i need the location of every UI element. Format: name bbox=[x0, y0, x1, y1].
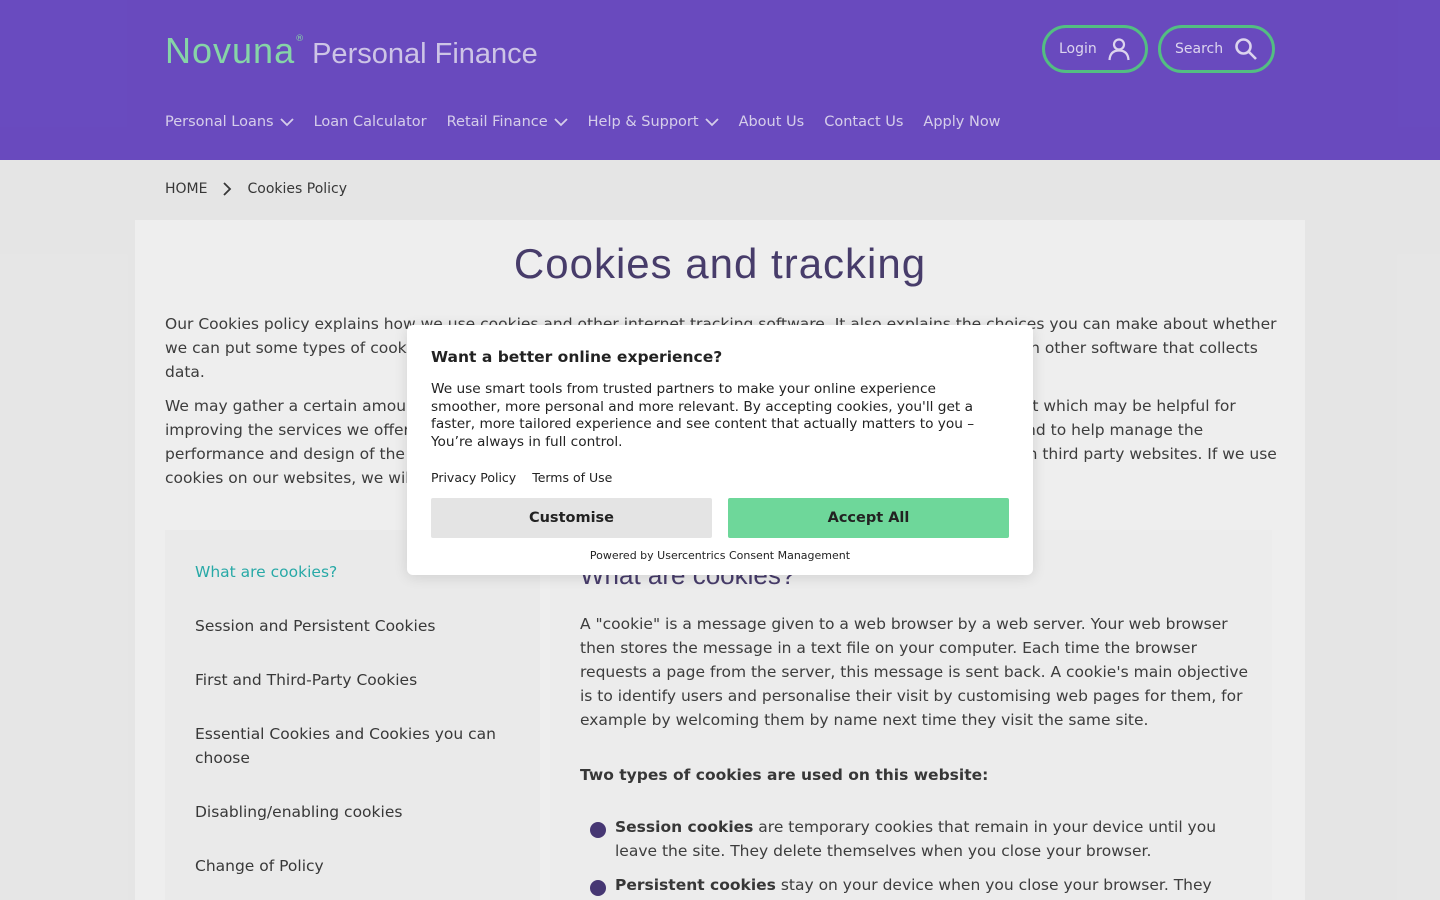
terms-of-use-link[interactable]: Terms of Use bbox=[532, 470, 612, 485]
consent-text: We use smart tools from trusted partners… bbox=[431, 381, 975, 450]
powered-by-text: Powered by Usercentrics Consent Manageme… bbox=[589, 549, 851, 562]
consent-title: Want a better online experience? bbox=[431, 348, 723, 366]
accept-all-button[interactable]: Accept All bbox=[728, 498, 1009, 538]
privacy-policy-link[interactable]: Privacy Policy bbox=[431, 470, 516, 485]
consent-links: Privacy Policy Terms of Use bbox=[431, 470, 612, 485]
customise-button[interactable]: Customise bbox=[431, 498, 712, 538]
cookie-consent-dialog: Want a better online experience? We use … bbox=[407, 325, 1033, 575]
